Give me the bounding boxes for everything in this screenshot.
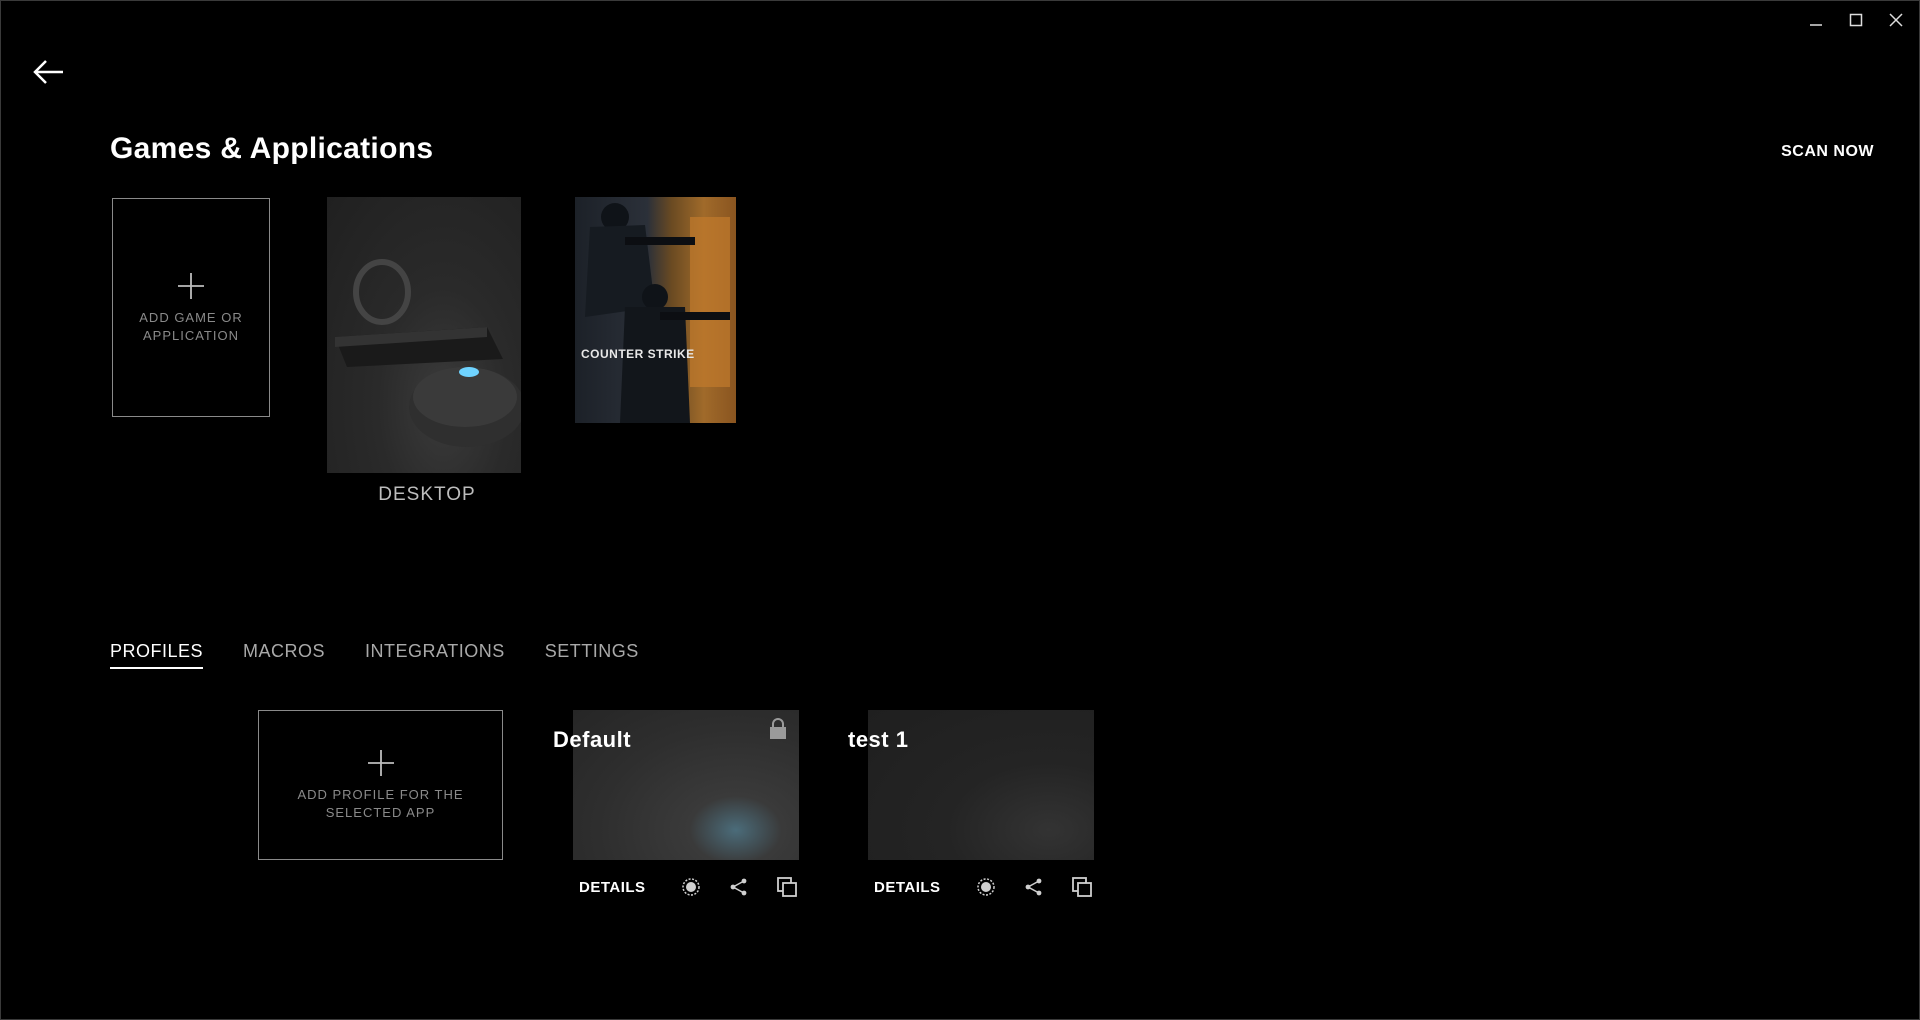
profile-name: Default	[553, 727, 632, 752]
tab-profiles[interactable]: PROFILES	[110, 641, 204, 669]
minimize-icon[interactable]	[1806, 10, 1826, 30]
page-title: Games & Applications	[110, 132, 434, 165]
desktop-label: DESKTOP	[378, 484, 476, 505]
back-arrow-icon[interactable]	[32, 58, 66, 86]
profile-actions: DETAILS	[579, 876, 824, 898]
add-game-label: ADD GAME OR APPLICATION	[139, 309, 243, 343]
tab-bar: PROFILES MACROS INTEGRATIONS SETTINGS	[110, 641, 639, 669]
maximize-icon[interactable]	[1846, 10, 1866, 30]
plus-icon	[178, 272, 204, 299]
activate-profile-icon[interactable]	[680, 876, 702, 898]
profile-name: test 1	[848, 727, 909, 752]
duplicate-icon[interactable]	[1071, 876, 1093, 898]
window-controls	[1806, 10, 1906, 30]
add-game-button[interactable]: ADD GAME OR APPLICATION	[112, 198, 270, 417]
share-icon[interactable]	[728, 876, 750, 898]
game-tile-desktop[interactable]	[327, 197, 521, 473]
tab-settings[interactable]: SETTINGS	[545, 641, 639, 669]
duplicate-icon[interactable]	[776, 876, 798, 898]
tab-macros[interactable]: MACROS	[243, 641, 325, 669]
plus-icon	[367, 750, 394, 776]
game-tile-counter-strike[interactable]: COUNTER STRIKE	[575, 197, 736, 423]
details-button[interactable]: DETAILS	[579, 879, 646, 896]
share-icon[interactable]	[1023, 876, 1045, 898]
profile-actions: DETAILS	[874, 876, 1119, 898]
add-profile-label: ADD PROFILE FOR THE SELECTED APP	[297, 787, 464, 820]
details-button[interactable]: DETAILS	[874, 879, 941, 896]
counter-strike-artwork	[585, 203, 730, 423]
counter-strike-logo: COUNTER STRIKE	[581, 347, 695, 361]
activate-profile-icon[interactable]	[975, 876, 997, 898]
close-icon[interactable]	[1886, 10, 1906, 30]
add-profile-button[interactable]: ADD PROFILE FOR THE SELECTED APP	[258, 710, 503, 860]
lock-icon	[768, 717, 788, 741]
desktop-artwork	[335, 259, 521, 447]
scan-now-button[interactable]: SCAN NOW	[1781, 143, 1874, 161]
tab-integrations[interactable]: INTEGRATIONS	[365, 641, 505, 669]
